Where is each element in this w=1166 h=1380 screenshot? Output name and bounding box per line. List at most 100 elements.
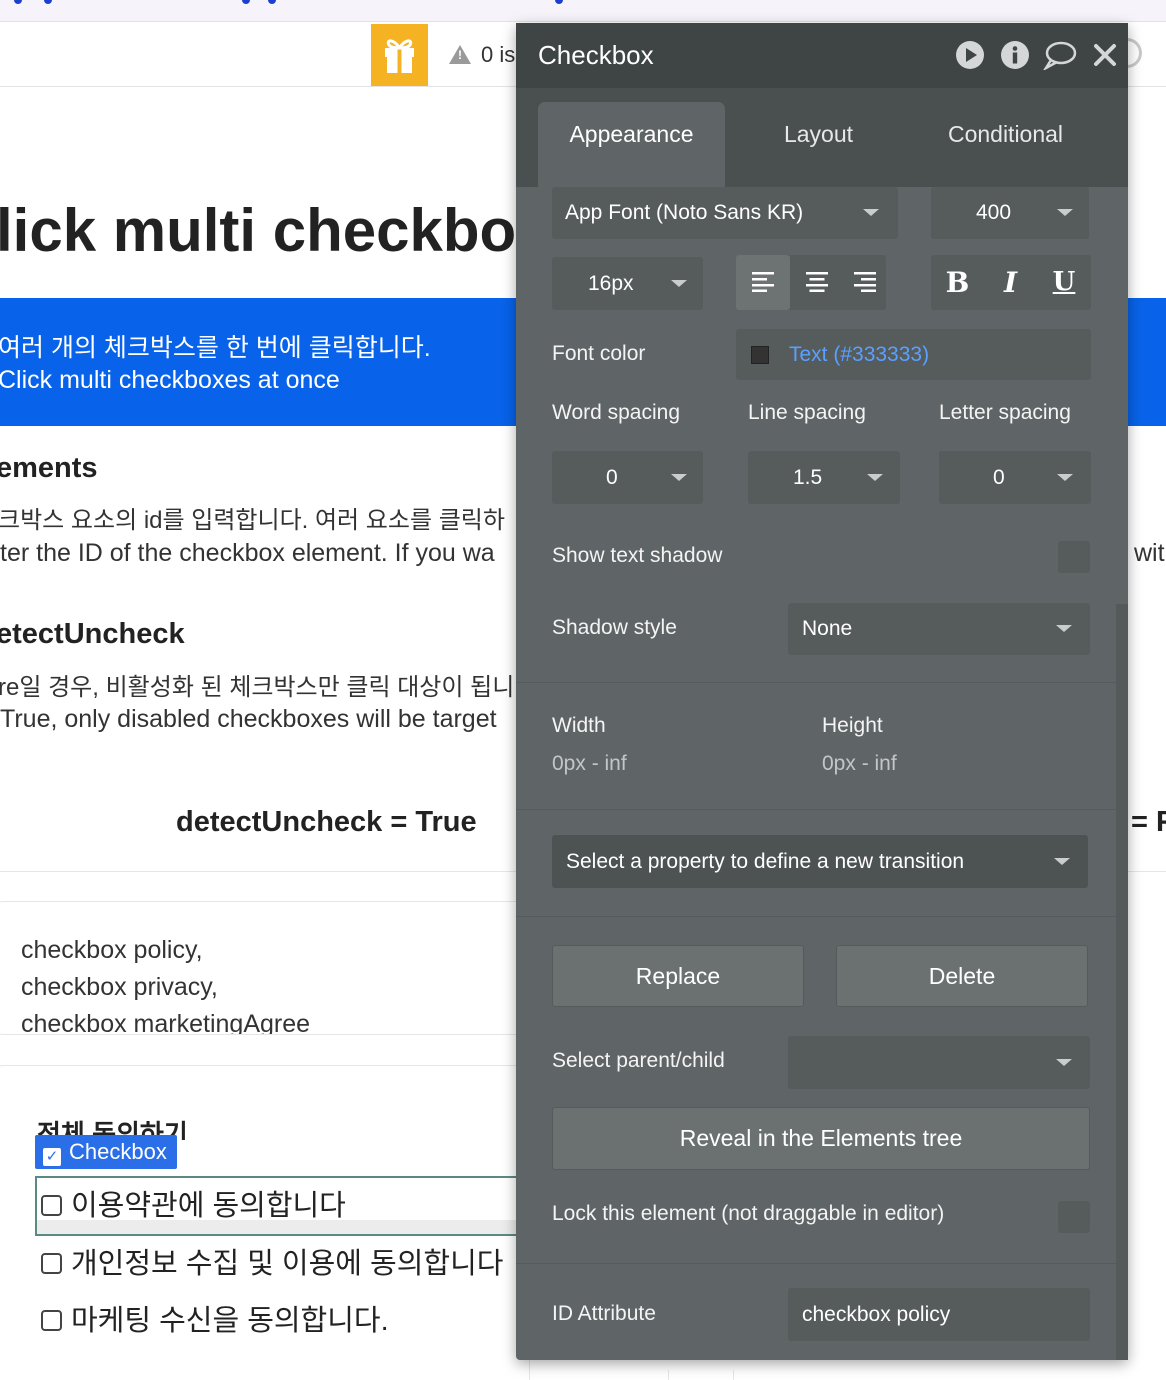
detect-desc-korean: re일 경우, 비활성화 된 체크박스만 클릭 대상이 됩니 [0,674,515,701]
elements-desc-english: ter the ID of the checkbox element. If y… [0,539,495,567]
checkbox-privacy[interactable]: 개인정보 수집 및 이용에 동의합니다 [41,1240,503,1282]
property-editor-panel: Checkbox Appearance Layout Conditional A… [516,23,1128,1360]
id-list-item: checkbox policy, [21,936,203,964]
delete-button[interactable]: Delete [836,945,1088,1007]
selected-element-name: Checkbox [69,1139,167,1164]
word-spacing-label: Word spacing [552,401,681,424]
replace-button[interactable]: Replace [552,945,804,1007]
transition-property-select[interactable]: Select a property to define a new transi… [552,835,1088,888]
parent-child-select[interactable] [788,1036,1090,1089]
word-spacing-value: 0 [606,466,618,489]
shadow-style-value: None [802,617,853,640]
info-icon[interactable] [1000,40,1030,70]
underline-button[interactable]: U [1037,255,1091,310]
reveal-in-elements-tree-button[interactable]: Reveal in the Elements tree [552,1107,1090,1170]
checkbox-terms[interactable]: 이용약관에 동의합니다 [41,1182,346,1224]
chevron-down-icon [867,474,883,481]
chevron-down-icon [671,474,687,481]
blue-dot-icon [242,0,250,4]
italic-button[interactable]: I [984,255,1037,310]
issues-count: 0 is [481,42,516,67]
checkbox-marketing[interactable]: 마케팅 수신을 동의합니다. [41,1297,389,1339]
lock-element-label: Lock this element (not draggable in edit… [552,1202,945,1225]
letter-spacing-select[interactable]: 0 [939,451,1091,504]
tab-layout[interactable]: Layout [736,102,901,187]
chevron-down-icon [1057,474,1073,481]
shadow-style-select[interactable]: None [788,603,1090,655]
elements-heading: ements [0,452,98,484]
align-left-button[interactable] [736,255,790,310]
panel-header: Checkbox [516,23,1128,88]
id-list-item: checkbox marketingAgree [21,1010,311,1035]
checkbox-square-icon[interactable] [41,1195,62,1216]
line-spacing-value: 1.5 [793,466,823,489]
close-icon[interactable] [1093,43,1117,67]
panel-scrollbar[interactable] [1116,604,1128,1360]
height-value: 0px - inf [822,752,897,775]
checkbox-square-icon[interactable] [41,1310,62,1331]
font-color-label: Font color [552,342,646,365]
id-list-item: checkbox privacy, [21,973,218,1001]
section-separator [516,916,1128,917]
chevron-down-icon [1057,209,1073,216]
align-right-button[interactable] [844,255,886,310]
font-color-picker[interactable]: Text (#333333) [736,329,1091,380]
id-attribute-label: ID Attribute [552,1302,656,1325]
checkbox-label: 마케팅 수신을 동의합니다. [71,1305,389,1337]
blue-dot-icon [268,0,276,4]
line-spacing-select[interactable]: 1.5 [748,451,900,504]
word-spacing-select[interactable]: 0 [552,451,703,504]
tab-conditional[interactable]: Conditional [918,102,1093,187]
section-separator [516,809,1128,810]
chevron-down-icon [671,280,687,287]
id-attribute-input[interactable]: checkbox policy [788,1288,1090,1341]
detect-uncheck-heading: etectUncheck [0,618,185,650]
shadow-style-label: Shadow style [552,616,677,639]
height-label: Height [822,714,883,737]
column-title-false: = F [1131,806,1166,838]
section-separator [516,1263,1128,1264]
bold-button[interactable]: B [931,255,984,310]
elements-desc-english-right: wit [1134,539,1165,567]
font-family-value: App Font (Noto Sans KR) [565,201,804,224]
chevron-down-icon [1056,1059,1072,1066]
tab-appearance[interactable]: Appearance [538,102,725,187]
text-shadow-checkbox[interactable] [1058,541,1090,573]
banner-text-english: Click multi checkboxes at once [0,366,340,394]
column-title-true: detectUncheck = True [176,806,477,838]
panel-title: Checkbox [538,40,654,70]
browser-top-strip [0,0,1166,22]
banner-text-korean: 여러 개의 체크박스를 한 번에 클릭합니다. [0,334,431,362]
detect-desc-english: True, only disabled checkboxes will be t… [0,705,497,733]
color-swatch [751,346,769,364]
align-center-button[interactable] [790,255,844,310]
font-size-select[interactable]: 16px [552,257,703,310]
blue-dot-icon [44,0,52,4]
page-title: lick multi checkbox [0,197,550,264]
parent-child-label: Select parent/child [552,1049,725,1072]
checkbox-label: 개인정보 수집 및 이용에 동의합니다 [71,1248,504,1280]
font-weight-select[interactable]: 400 [931,187,1089,239]
checkbox-square-icon[interactable] [41,1253,62,1274]
comment-icon[interactable] [1043,40,1077,70]
chevron-down-icon [1054,858,1070,865]
gift-button[interactable] [371,24,428,86]
checkbox-label: 이용약관에 동의합니다 [71,1190,346,1222]
selected-element-badge: ✓ Checkbox [35,1135,177,1169]
font-size-value: 16px [588,272,634,295]
id-attribute-value: checkbox policy [802,1303,951,1326]
gift-icon [385,39,414,73]
font-family-select[interactable]: App Font (Noto Sans KR) [552,187,898,239]
font-color-value: Text (#333333) [789,343,930,366]
align-left-icon [752,272,774,292]
transition-select-text: Select a property to define a new transi… [566,850,965,873]
play-icon[interactable] [955,40,985,70]
elements-desc-korean: 크박스 요소의 id를 입력합니다. 여러 요소를 클릭하 [0,507,505,534]
width-value: 0px - inf [552,752,627,775]
lock-element-checkbox[interactable] [1058,1201,1090,1233]
panel-tabs: Appearance Layout Conditional [516,88,1128,187]
issues-indicator[interactable]: 0 is [449,42,515,68]
text-align-group [736,255,886,310]
blue-dot-icon [555,0,563,4]
show-text-shadow-label: Show text shadow [552,544,723,567]
